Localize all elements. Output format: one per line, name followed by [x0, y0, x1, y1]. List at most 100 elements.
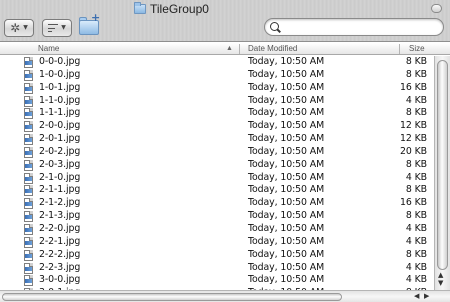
name-column-header[interactable]: Name [38, 43, 59, 55]
file-date-modified: Today, 10:50 AM [248, 210, 325, 222]
jpg-file-icon [24, 211, 33, 223]
file-row[interactable]: 0-0-0.jpg Today, 10:50 AM 8 KB [0, 56, 434, 69]
jpg-file-icon [24, 185, 33, 197]
file-size: 4 KB [405, 235, 427, 247]
file-row[interactable]: 2-0-3.jpg Today, 10:50 AM 8 KB [0, 159, 434, 172]
file-size: 16 KB [400, 197, 427, 209]
file-row[interactable]: 3-0-0.jpg Today, 10:50 AM 4 KB [0, 274, 434, 287]
jpg-file-icon [24, 121, 33, 133]
file-name: 2-1-2.jpg [39, 197, 81, 209]
vertical-scrollbar[interactable]: ▲ ▼ [434, 56, 450, 290]
file-date-modified: Today, 10:50 AM [248, 171, 325, 183]
file-size: 20 KB [400, 145, 427, 157]
file-row[interactable]: 2-0-0.jpg Today, 10:50 AM 12 KB [0, 120, 434, 133]
file-date-modified: Today, 10:50 AM [248, 235, 325, 247]
jpg-file-icon [24, 198, 33, 210]
file-name: 2-1-0.jpg [39, 171, 81, 183]
file-name: 2-0-1.jpg [39, 133, 81, 145]
file-size: 8 KB [405, 184, 427, 196]
action-menu-button[interactable]: ✲ ▼ [4, 19, 34, 37]
file-row[interactable]: 2-0-2.jpg Today, 10:50 AM 20 KB [0, 146, 434, 159]
file-name: 2-1-3.jpg [39, 210, 81, 222]
jpg-file-icon [24, 223, 33, 235]
file-date-modified: Today, 10:50 AM [248, 81, 325, 93]
file-name: 2-1-1.jpg [39, 184, 81, 196]
file-size: 8 KB [405, 158, 427, 170]
jpg-file-icon [24, 275, 33, 287]
file-size: 12 KB [400, 120, 427, 132]
file-row[interactable]: 1-0-1.jpg Today, 10:50 AM 16 KB [0, 82, 434, 95]
file-row[interactable]: 2-1-0.jpg Today, 10:50 AM 4 KB [0, 172, 434, 185]
file-row[interactable]: 2-2-1.jpg Today, 10:50 AM 4 KB [0, 236, 434, 249]
file-list: 0-0-0.jpg Today, 10:50 AM 8 KB 1-0-0.jpg… [0, 56, 434, 290]
horizontal-scrollbar[interactable]: ◀ ▶ [0, 290, 450, 302]
file-row[interactable]: 2-2-2.jpg Today, 10:50 AM 8 KB [0, 249, 434, 262]
file-size: 4 KB [405, 274, 427, 286]
jpg-file-icon [24, 95, 33, 107]
chevron-down-icon: ▼ [61, 24, 66, 31]
scroll-down-arrow-icon[interactable]: ▼ [438, 280, 443, 287]
file-name: 2-0-3.jpg [39, 158, 81, 170]
horizontal-scroll-thumb[interactable] [2, 293, 342, 301]
date-modified-column-header[interactable]: Date Modified [248, 43, 297, 55]
file-name: 2-0-2.jpg [39, 145, 81, 157]
file-name: 2-2-2.jpg [39, 248, 81, 260]
file-size: 4 KB [405, 261, 427, 273]
search-field[interactable] [264, 18, 444, 36]
file-size: 8 KB [405, 107, 427, 119]
file-date-modified: Today, 10:50 AM [248, 197, 325, 209]
chevron-down-icon: ▼ [23, 24, 28, 31]
file-row[interactable]: 2-1-1.jpg Today, 10:50 AM 8 KB [0, 184, 434, 197]
file-date-modified: Today, 10:50 AM [248, 145, 325, 157]
file-date-modified: Today, 10:50 AM [248, 274, 325, 286]
arrange-menu-button[interactable]: ▼ [42, 19, 72, 37]
file-row[interactable]: 2-2-3.jpg Today, 10:50 AM 4 KB [0, 262, 434, 275]
jpg-file-icon [24, 134, 33, 146]
file-name: 3-0-0.jpg [39, 274, 81, 286]
gear-icon: ✲ [10, 21, 21, 35]
file-name: 2-2-1.jpg [39, 235, 81, 247]
new-folder-button[interactable]: + [78, 11, 102, 38]
file-name: 1-1-0.jpg [39, 94, 81, 106]
file-date-modified: Today, 10:50 AM [248, 120, 325, 132]
plus-icon: + [91, 11, 101, 24]
jpg-file-icon [24, 262, 33, 274]
column-divider[interactable] [239, 44, 240, 54]
search-input[interactable] [282, 20, 437, 34]
file-name: 2-2-0.jpg [39, 222, 81, 234]
file-row[interactable]: 2-0-1.jpg Today, 10:50 AM 12 KB [0, 133, 434, 146]
scroll-left-arrow-icon[interactable]: ◀ [414, 292, 419, 300]
file-name: 0-0-0.jpg [39, 56, 81, 67]
file-size: 12 KB [400, 133, 427, 145]
file-row[interactable]: 2-1-2.jpg Today, 10:50 AM 16 KB [0, 197, 434, 210]
file-row[interactable]: 2-2-0.jpg Today, 10:50 AM 4 KB [0, 223, 434, 236]
scroll-right-arrow-icon[interactable]: ▶ [424, 292, 429, 300]
jpg-file-icon [24, 146, 33, 158]
file-size: 8 KB [405, 56, 427, 67]
file-size: 8 KB [405, 210, 427, 222]
file-date-modified: Today, 10:50 AM [248, 68, 325, 80]
file-name: 2-0-0.jpg [39, 120, 81, 132]
jpg-file-icon [24, 108, 33, 120]
file-row[interactable]: 2-1-3.jpg Today, 10:50 AM 8 KB [0, 210, 434, 223]
size-column-header[interactable]: Size [409, 43, 425, 55]
file-size: 4 KB [405, 171, 427, 183]
file-size: 8 KB [405, 68, 427, 80]
file-date-modified: Today, 10:50 AM [248, 222, 325, 234]
file-row[interactable]: 1-0-0.jpg Today, 10:50 AM 8 KB [0, 69, 434, 82]
file-date-modified: Today, 10:50 AM [248, 56, 325, 67]
toolbar-toggle-button[interactable] [431, 4, 442, 13]
jpg-file-icon [24, 57, 33, 68]
search-icon [270, 22, 279, 31]
column-divider[interactable] [399, 44, 400, 54]
file-size: 4 KB [405, 94, 427, 106]
file-date-modified: Today, 10:50 AM [248, 107, 325, 119]
file-row[interactable]: 1-1-1.jpg Today, 10:50 AM 8 KB [0, 107, 434, 120]
file-date-modified: Today, 10:50 AM [248, 248, 325, 260]
file-size: 16 KB [400, 81, 427, 93]
window-title: TileGroup0 [134, 2, 209, 16]
scroll-up-arrow-icon[interactable]: ▲ [438, 272, 443, 279]
arrange-icon [48, 24, 59, 32]
vertical-scroll-thumb[interactable] [437, 60, 448, 270]
file-row[interactable]: 1-1-0.jpg Today, 10:50 AM 4 KB [0, 95, 434, 108]
